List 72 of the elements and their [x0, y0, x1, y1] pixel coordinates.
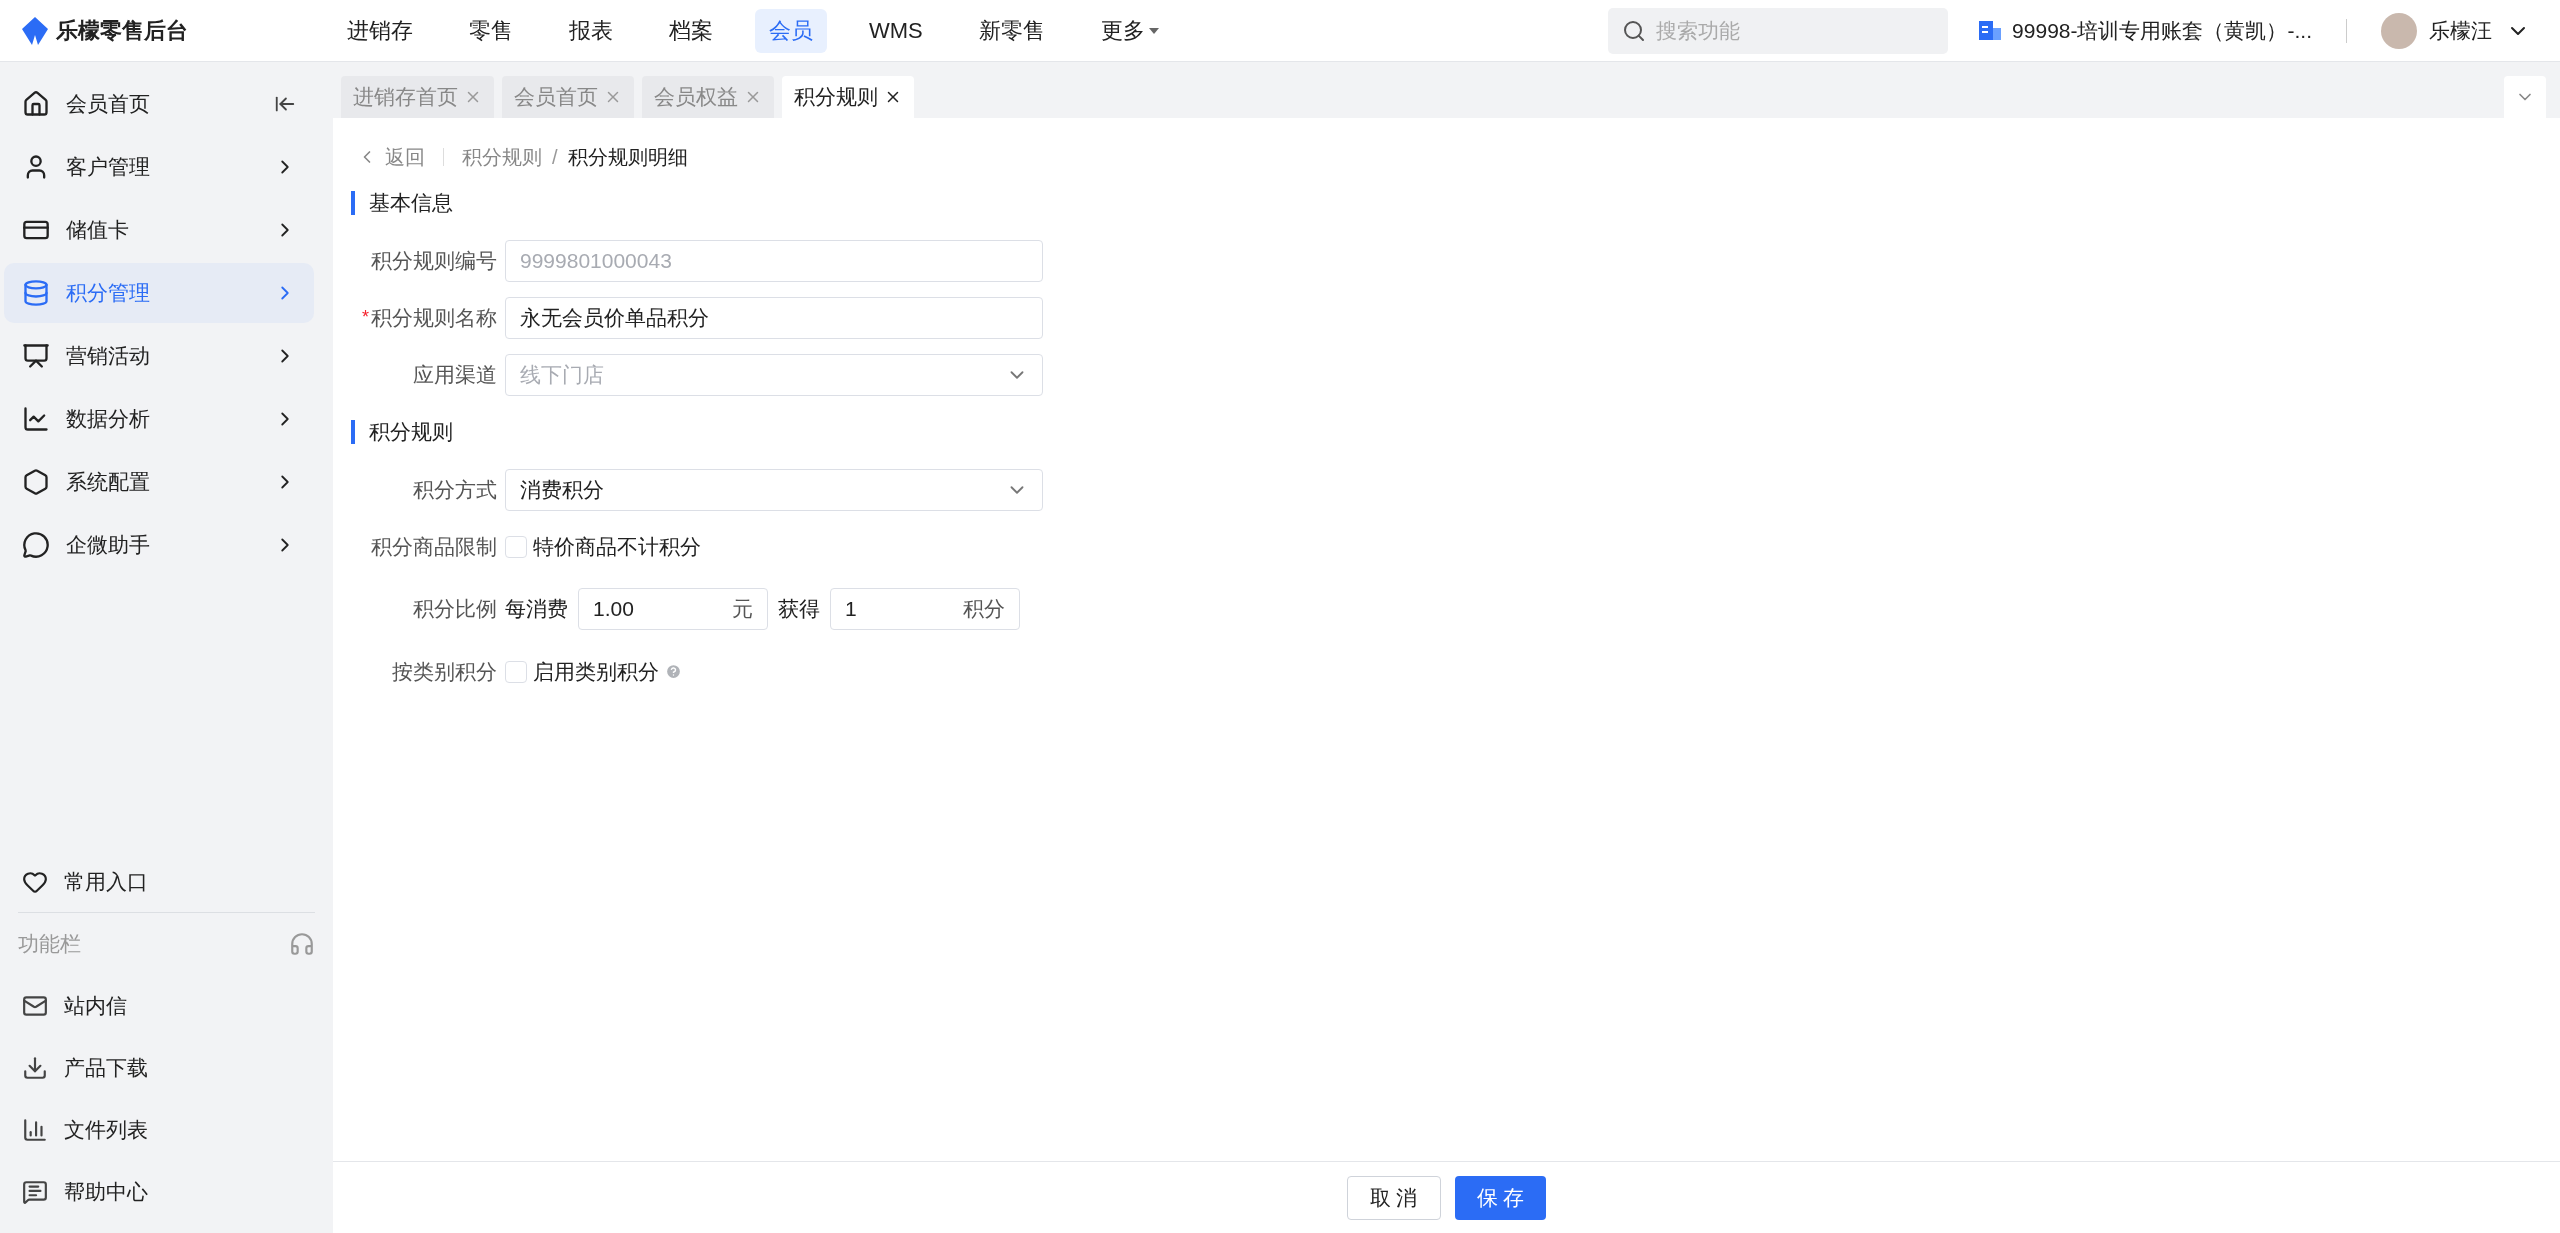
- search-field[interactable]: 搜索功能: [1608, 7, 1949, 54]
- field-label: 按类别积分: [392, 658, 497, 685]
- section-title: 功能栏: [18, 931, 81, 958]
- user-name[interactable]: 乐檬汪: [2429, 14, 2492, 47]
- breadcrumb-item: 积分规则明细: [567, 145, 688, 170]
- checkbox[interactable]: [505, 660, 527, 683]
- select-field[interactable]: 消费积分: [505, 468, 1043, 511]
- home-icon: [22, 90, 50, 118]
- tool-item[interactable]: 文件列表: [0, 1099, 333, 1161]
- save-button[interactable]: 保 存: [1454, 1175, 1547, 1220]
- tabs-dropdown-button[interactable]: [2504, 76, 2546, 118]
- tool-item[interactable]: 帮助中心: [0, 1161, 333, 1223]
- text-field[interactable]: 永无会员价单品积分: [505, 296, 1043, 339]
- field-label: 积分规则编号: [371, 247, 497, 274]
- help-icon[interactable]: [665, 663, 682, 680]
- building-icon: [1978, 19, 2003, 42]
- nav-item[interactable]: 新零售: [964, 8, 1059, 53]
- account-name[interactable]: 99998-培训专用账套（黄凯）-...: [2012, 14, 2312, 47]
- avatar[interactable]: [2381, 12, 2417, 49]
- page-tab[interactable]: 积分规则: [782, 76, 914, 118]
- headset-icon[interactable]: [289, 931, 315, 957]
- search-icon: [1622, 18, 1647, 43]
- section-heading: 基本信息: [369, 190, 453, 217]
- nav-item[interactable]: 更多: [1086, 8, 1175, 53]
- app-title: 乐檬零售后台: [56, 17, 188, 45]
- logo-icon: [22, 16, 48, 45]
- nav-item[interactable]: 档案: [655, 8, 727, 53]
- cancel-button[interactable]: 取 消: [1346, 1175, 1441, 1220]
- sidebar-item[interactable]: 客户管理: [4, 137, 314, 197]
- envelope-icon: [22, 993, 48, 1019]
- nav-item[interactable]: 会员: [755, 8, 827, 53]
- favorites-item[interactable]: 常用入口: [0, 852, 333, 912]
- breadcrumb-item[interactable]: 积分规则: [462, 142, 542, 172]
- nav-item[interactable]: 进销存: [333, 8, 427, 53]
- points-field[interactable]: 1 积分: [830, 588, 1020, 630]
- earn-label: 获得: [778, 596, 820, 623]
- sidebar-item[interactable]: 储值卡: [4, 200, 314, 260]
- heart-icon: [22, 869, 48, 895]
- tool-item[interactable]: 产品下载: [0, 1037, 333, 1099]
- nav-item[interactable]: WMS: [855, 8, 937, 53]
- spend-label: 每消费: [505, 596, 568, 623]
- sidebar-item[interactable]: 数据分析: [4, 389, 314, 449]
- field-label: 积分方式: [413, 476, 497, 503]
- sidebar-item[interactable]: 企微助手: [4, 515, 314, 575]
- chat-bubble-icon: [22, 531, 50, 559]
- caret-down-icon: [1146, 25, 1161, 36]
- section-heading: 积分规则: [369, 419, 453, 446]
- tool-item[interactable]: 站内信: [0, 975, 333, 1037]
- amount-field[interactable]: 1.00 元: [578, 588, 768, 630]
- bar-chart-icon: [22, 1117, 48, 1143]
- field-label: 积分商品限制: [371, 533, 497, 560]
- download-icon: [22, 1055, 48, 1081]
- message-icon: [22, 1179, 48, 1205]
- nav-item[interactable]: 零售: [455, 8, 527, 53]
- sidebar-item[interactable]: 系统配置: [4, 452, 314, 512]
- sidebar-item[interactable]: 会员首页: [4, 74, 314, 134]
- monitor-icon: [22, 342, 50, 370]
- breadcrumb-separator: /: [552, 145, 558, 170]
- field-label: 积分比例: [413, 596, 497, 623]
- hexagon-icon: [22, 468, 50, 496]
- sidebar-item[interactable]: 营销活动: [4, 326, 314, 386]
- checkbox[interactable]: [505, 535, 527, 558]
- line-chart-icon: [22, 405, 50, 433]
- checkbox-label: 特价商品不计积分: [533, 533, 701, 560]
- field-label: 应用渠道: [413, 361, 497, 388]
- sidebar-item[interactable]: 积分管理: [4, 263, 314, 323]
- nav-item[interactable]: 报表: [555, 8, 627, 53]
- required-asterisk: *: [362, 306, 369, 329]
- field-label: 积分规则名称: [371, 304, 497, 331]
- back-link[interactable]: 返回: [349, 142, 425, 172]
- database-icon: [22, 279, 50, 307]
- checkbox-label: 启用类别积分: [533, 658, 659, 685]
